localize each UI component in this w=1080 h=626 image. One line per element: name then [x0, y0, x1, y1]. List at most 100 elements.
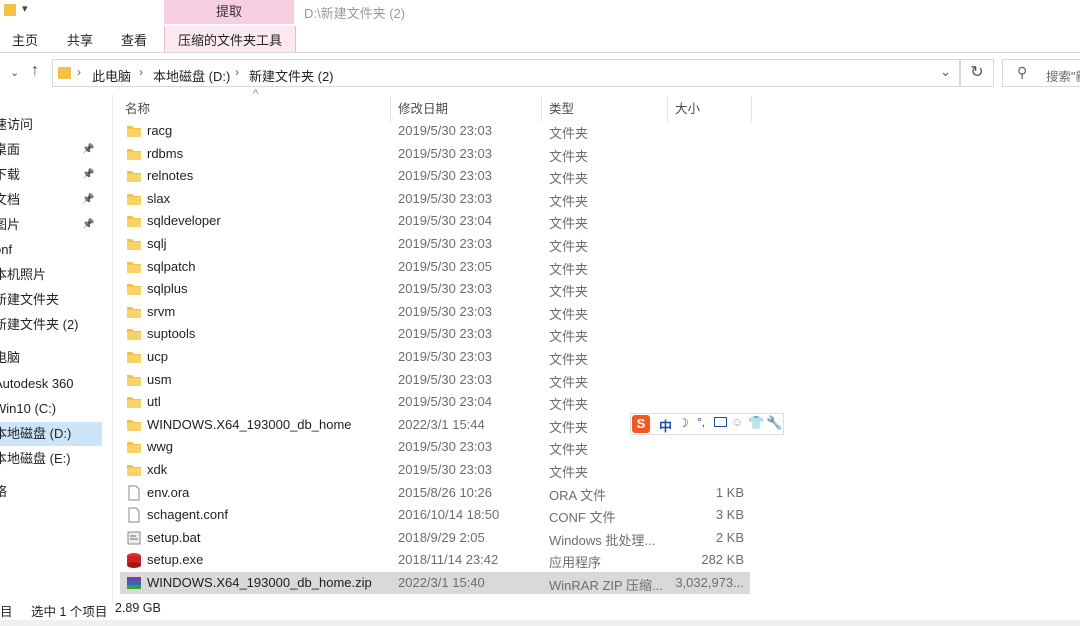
skin-icon[interactable]: 👕: [748, 415, 764, 431]
file-name: slax: [147, 190, 171, 206]
folder-icon: [126, 213, 142, 229]
breadcrumb-current-folder[interactable]: 新建文件夹 (2): [249, 66, 334, 85]
sidebar-item[interactable]: Autodesk 360: [0, 372, 102, 396]
file-row[interactable]: sqldeveloper 2019/5/30 23:04 文件夹: [120, 210, 750, 232]
pin-icon[interactable]: 📌: [82, 213, 94, 237]
up-arrow-icon[interactable]: ↑: [31, 62, 39, 80]
tab-home[interactable]: 主页: [12, 30, 38, 49]
sidebar-item[interactable]: Win10 (C:): [0, 397, 102, 421]
item-count-label: 目: [0, 605, 13, 619]
file-row[interactable]: WINDOWS.X64_193000_db_home.zip 2022/3/1 1…: [120, 572, 750, 594]
file-row[interactable]: usm 2019/5/30 23:03 文件夹: [120, 369, 750, 391]
sidebar-item[interactable]: 本地磁盘 (E:): [0, 447, 102, 471]
file-row[interactable]: schagent.conf 2016/10/14 18:50 CONF 文件 3 KB: [120, 504, 750, 526]
search-input[interactable]: ⚲ 搜索"新: [1002, 59, 1080, 87]
file-type: 文件夹: [549, 239, 589, 254]
voice-icon[interactable]: ☺: [731, 415, 743, 429]
address-bar[interactable]: › 此电脑 › 本地磁盘 (D:) › 新建文件夹 (2) ⌄: [52, 59, 960, 87]
file-date: 2019/5/30 23:03: [398, 168, 492, 184]
pin-icon[interactable]: 📌: [82, 138, 94, 162]
sidebar-item[interactable]: 本机照片: [0, 263, 102, 287]
breadcrumb-d-drive[interactable]: 本地磁盘 (D:): [153, 66, 230, 85]
file-name: ucp: [147, 349, 168, 364]
column-divider[interactable]: [751, 96, 752, 122]
sidebar-item[interactable]: 图片 📌: [0, 213, 102, 237]
file-date: 2019/5/30 23:04: [398, 394, 492, 410]
file-row[interactable]: sqlplus 2019/5/30 23:03 文件夹: [120, 278, 750, 300]
file-row[interactable]: suptools 2019/5/30 23:03 文件夹: [120, 323, 750, 345]
sidebar-item[interactable]: 络: [0, 480, 102, 504]
file-row[interactable]: wwg 2019/5/30 23:03 文件夹: [120, 436, 750, 458]
column-type[interactable]: 类型: [549, 98, 574, 120]
file-name: sqlplus: [147, 281, 188, 297]
refresh-button[interactable]: ↻: [960, 59, 994, 87]
sidebar-item[interactable]: 下载 📌: [0, 163, 102, 187]
column-name[interactable]: 名称: [125, 98, 150, 120]
folder-icon: [126, 439, 142, 455]
address-dropdown-icon[interactable]: ⌄: [940, 64, 951, 80]
file-row[interactable]: racg 2019/5/30 23:03 文件夹: [120, 120, 750, 142]
column-divider[interactable]: [541, 96, 542, 122]
sidebar-item-label: 下载: [0, 167, 21, 182]
file-row[interactable]: relnotes 2019/5/30 23:03 文件夹: [120, 165, 750, 187]
file-row[interactable]: setup.bat 2018/9/29 2:05 Windows 批处理... 2 K…: [120, 527, 750, 549]
ime-toolbar[interactable]: S 中 ☽ °, ☺ 👕 🔧: [630, 413, 784, 435]
column-size[interactable]: 大小: [675, 98, 700, 120]
punctuation-icon[interactable]: °,: [697, 415, 705, 429]
breadcrumb-this-pc[interactable]: 此电脑: [92, 66, 131, 85]
file-type: 文件夹: [549, 419, 589, 435]
file-name: sqlpatch: [147, 258, 196, 274]
quick-access-dropdown-icon[interactable]: ▾: [22, 2, 28, 15]
sidebar-item[interactable]: 文档 📌: [0, 188, 102, 212]
file-type: 文件夹: [549, 193, 589, 209]
file-row[interactable]: rdbms 2019/5/30 23:03 文件夹: [120, 143, 750, 165]
ime-language-label[interactable]: 中: [659, 416, 672, 435]
file-row[interactable]: srvm 2019/5/30 23:03 文件夹: [120, 301, 750, 323]
sidebar-item[interactable]: 速访问: [0, 113, 102, 137]
pin-icon[interactable]: 📌: [82, 188, 94, 212]
folder-icon: [126, 349, 142, 365]
tab-share[interactable]: 共享: [67, 30, 93, 49]
file-row[interactable]: sqlj 2019/5/30 23:03 文件夹: [120, 233, 750, 255]
file-date: 2022/3/1 15:40: [398, 575, 485, 590]
file-date: 2019/5/30 23:03: [398, 123, 492, 138]
pane-divider: [112, 94, 113, 604]
file-row[interactable]: env.ora 2015/8/26 10:26 ORA 文件 1 KB: [120, 482, 750, 504]
file-type: 文件夹: [549, 261, 589, 277]
file-date: 2019/5/30 23:03: [398, 190, 492, 206]
sidebar-item[interactable]: 新建文件夹: [0, 288, 102, 312]
file-name: rdbms: [147, 145, 184, 161]
pin-icon[interactable]: 📌: [82, 163, 94, 187]
moon-icon[interactable]: ☽: [678, 416, 689, 430]
file-date: 2019/5/30 23:03: [398, 439, 492, 455]
file-name: WINDOWS.X64_193000_db_home: [147, 416, 352, 432]
compressed-folder-tools-label: 压缩的文件夹工具: [178, 33, 283, 48]
sidebar-item[interactable]: 本地磁盘 (D:): [0, 422, 102, 446]
file-row[interactable]: xdk 2019/5/30 23:03 文件夹: [120, 459, 750, 481]
file-row[interactable]: ucp 2019/5/30 23:03 文件夹: [120, 346, 750, 368]
file-type: 文件夹: [549, 352, 589, 367]
sidebar-item[interactable]: onf: [0, 238, 102, 262]
file-row[interactable]: setup.exe 2018/11/14 23:42 应用程序 282 KB: [120, 549, 750, 571]
file-row[interactable]: slax 2019/5/30 23:03 文件夹: [120, 188, 750, 210]
sidebar-item-label: 本地磁盘 (D:): [0, 426, 72, 441]
file-row[interactable]: utl 2019/5/30 23:04 文件夹: [120, 391, 750, 413]
sidebar-item[interactable]: 新建文件夹 (2): [0, 313, 102, 337]
sidebar-item-label: 文档: [0, 192, 21, 207]
wrench-icon[interactable]: 🔧: [766, 415, 782, 431]
file-date: 2019/5/30 23:04: [398, 213, 492, 229]
sidebar-item[interactable]: 电脑: [0, 346, 102, 370]
compressed-folder-tools-tab[interactable]: 压缩的文件夹工具: [164, 26, 296, 52]
column-date[interactable]: 修改日期: [398, 98, 448, 120]
recent-locations-icon[interactable]: ⌄: [10, 66, 19, 79]
column-divider[interactable]: [390, 96, 391, 122]
extract-context-tab[interactable]: 提取: [164, 0, 294, 24]
sidebar-item[interactable]: 桌面 📌: [0, 138, 102, 162]
file-type: 文件夹: [549, 442, 589, 458]
tab-view[interactable]: 查看: [121, 30, 147, 49]
file-row[interactable]: sqlpatch 2019/5/30 23:05 文件夹: [120, 256, 750, 278]
sidebar-item-label: 桌面: [0, 142, 21, 157]
keyboard-icon[interactable]: [714, 417, 727, 427]
file-name: utl: [147, 394, 161, 410]
column-divider[interactable]: [667, 96, 668, 122]
